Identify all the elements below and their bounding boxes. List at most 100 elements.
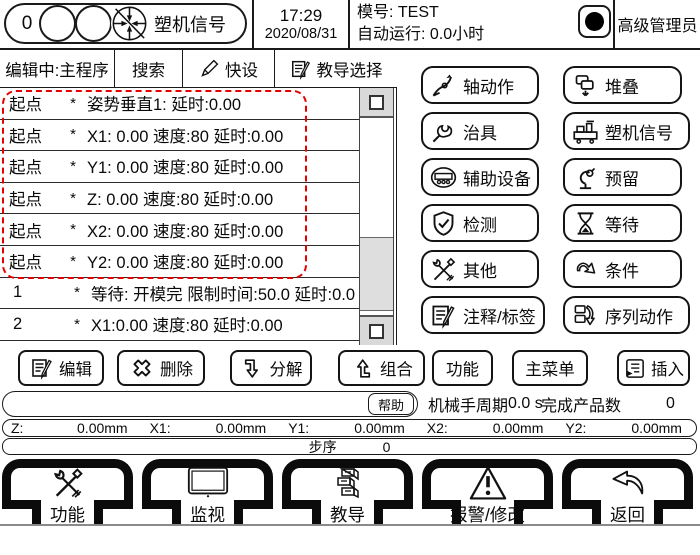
program-row-4[interactable]: 起点 * Z: 0.00 速度:80 延时:0.00 bbox=[0, 183, 359, 215]
teach-select-label: 教导选择 bbox=[317, 57, 383, 81]
row-flag: * bbox=[59, 126, 87, 143]
drawer-cabinet-icon bbox=[282, 465, 413, 500]
cross-x-icon bbox=[129, 355, 155, 381]
action-button-wait[interactable]: 等待 bbox=[563, 204, 682, 242]
mold-info-block: 模号: TEST 自动运行: 0.0小时 bbox=[357, 3, 572, 45]
nav-alarm-label: 报警/修改 bbox=[422, 502, 553, 527]
row-flag: * bbox=[59, 190, 87, 207]
edit-tab-row: 编辑中:主程序 搜索 快设 教导选择 bbox=[0, 50, 397, 88]
delete-button[interactable]: 删除 bbox=[117, 350, 205, 386]
action-button-machine-signal[interactable]: 塑机信号 bbox=[563, 112, 690, 150]
editing-label-text: 编辑中:主程序 bbox=[5, 57, 109, 81]
scrollbar-thumb[interactable] bbox=[360, 237, 393, 311]
scroll-down-button[interactable] bbox=[360, 315, 393, 345]
action-label: 其他 bbox=[463, 257, 497, 282]
list-scrollbar bbox=[359, 88, 394, 345]
scroll-down-icon bbox=[369, 324, 384, 339]
action-label: 等待 bbox=[605, 211, 639, 236]
row-content: Y2: 0.00 速度:80 延时:0.00 bbox=[87, 249, 359, 273]
user-role-label[interactable]: 高级管理员 bbox=[613, 0, 700, 48]
molding-machine-icon bbox=[572, 118, 599, 145]
nav-return-button[interactable]: 返回 bbox=[562, 459, 693, 524]
teach-select-button[interactable]: 教导选择 bbox=[275, 50, 397, 87]
date-value: 2020/08/31 bbox=[265, 26, 338, 42]
main-menu-label: 主菜单 bbox=[525, 356, 575, 380]
action-button-comment-label[interactable]: 注释/标签 bbox=[421, 296, 545, 334]
nav-return-label: 返回 bbox=[562, 502, 693, 527]
cycle-time-block: 机械手周期 0.0 s bbox=[428, 391, 543, 417]
stack-icon bbox=[572, 72, 599, 99]
program-row-8[interactable]: 2 * X1:0.00 速度:80 延时:0.00 bbox=[0, 309, 359, 341]
row-content: Z: 0.00 速度:80 延时:0.00 bbox=[87, 186, 359, 210]
nav-alarm-modify-button[interactable]: 报警/修改 bbox=[422, 459, 553, 524]
quick-set-button[interactable]: 快设 bbox=[183, 50, 275, 87]
row-content: 姿势垂直1: 延时:0.00 bbox=[87, 91, 359, 115]
action-label: 条件 bbox=[605, 257, 639, 282]
row-index: 起点 bbox=[0, 91, 59, 115]
action-label: 堆叠 bbox=[605, 73, 639, 98]
action-label: 治具 bbox=[463, 119, 497, 144]
warning-triangle-icon bbox=[422, 465, 553, 500]
status-lamp-2 bbox=[75, 5, 112, 42]
program-row-2[interactable]: 起点 * X1: 0.00 速度:80 延时:0.00 bbox=[0, 120, 359, 152]
combine-button[interactable]: 组合 bbox=[338, 350, 425, 386]
done-label-text: 完成产品数 bbox=[541, 392, 621, 416]
row-index: 1 bbox=[0, 283, 63, 302]
main-menu-button[interactable]: 主菜单 bbox=[512, 350, 588, 386]
action-label: 注释/标签 bbox=[463, 303, 536, 328]
cycle-label: 机械手周期 bbox=[428, 392, 508, 416]
help-button[interactable]: 帮助 bbox=[368, 393, 414, 415]
jig-gripper-icon bbox=[430, 118, 457, 145]
action-button-condition[interactable]: 条件 bbox=[563, 250, 682, 288]
program-row-1[interactable]: 起点 * 姿势垂直1: 延时:0.00 bbox=[0, 88, 359, 120]
function-button[interactable]: 功能 bbox=[432, 350, 493, 386]
arrow-down-step-icon bbox=[240, 356, 265, 381]
cycle-value: 0.0 s bbox=[508, 395, 543, 413]
scroll-up-button[interactable] bbox=[360, 88, 393, 118]
action-button-detect[interactable]: 检测 bbox=[421, 204, 539, 242]
nav-function-button[interactable]: 功能 bbox=[2, 459, 133, 524]
delete-label: 删除 bbox=[160, 356, 193, 380]
action-button-auxiliary[interactable]: 辅助设备 bbox=[421, 158, 539, 196]
row-flag: * bbox=[63, 284, 91, 301]
row-index: 起点 bbox=[0, 154, 59, 178]
program-row-6[interactable]: 起点 * Y2: 0.00 速度:80 延时:0.00 bbox=[0, 246, 359, 278]
crossed-tools-icon bbox=[2, 465, 133, 500]
action-button-jig[interactable]: 治具 bbox=[421, 112, 539, 150]
row-content: X1:0.00 速度:80 延时:0.00 bbox=[91, 312, 359, 336]
program-row-7[interactable]: 1 * 等待: 开模完 限制时间:50.0 延时:0.0 bbox=[0, 278, 359, 310]
action-button-reserved[interactable]: 预留 bbox=[563, 158, 682, 196]
row-flag: * bbox=[59, 158, 87, 175]
arrow-up-step-icon bbox=[350, 356, 375, 381]
axis-name: X1: bbox=[142, 420, 171, 436]
action-button-stack[interactable]: 堆叠 bbox=[563, 66, 682, 104]
action-button-axis-motion[interactable]: 轴动作 bbox=[421, 66, 539, 104]
action-label: 检测 bbox=[463, 211, 497, 236]
insert-button[interactable]: 插入 bbox=[617, 350, 690, 386]
axis-value: 0.00mm bbox=[23, 420, 141, 436]
nav-teach-button[interactable]: 教导 bbox=[282, 459, 413, 524]
black-circle-icon[interactable] bbox=[578, 5, 611, 38]
row-content: Y1: 0.00 速度:80 延时:0.00 bbox=[87, 154, 359, 178]
message-bar bbox=[2, 391, 418, 417]
done-count-value: 0 bbox=[666, 391, 675, 417]
nav-monitor-button[interactable]: 监视 bbox=[142, 459, 273, 524]
axis-y1: Y1: 0.00mm bbox=[280, 420, 419, 436]
monitor-icon bbox=[142, 465, 273, 500]
search-label: 搜索 bbox=[132, 57, 165, 81]
action-button-other[interactable]: 其他 bbox=[421, 250, 539, 288]
program-row-3[interactable]: 起点 * Y1: 0.00 速度:80 延时:0.00 bbox=[0, 151, 359, 183]
step-value: 0 bbox=[383, 439, 391, 455]
search-button[interactable]: 搜索 bbox=[115, 50, 183, 87]
shield-check-icon bbox=[430, 210, 457, 237]
edit-button[interactable]: 编辑 bbox=[18, 350, 104, 386]
action-button-sequence[interactable]: 序列动作 bbox=[563, 296, 690, 334]
insert-page-icon bbox=[623, 357, 646, 380]
nav-teach-label: 教导 bbox=[282, 502, 413, 527]
decompose-button[interactable]: 分解 bbox=[230, 350, 312, 386]
machine-signal-badge: 0 塑机信号 bbox=[4, 3, 247, 44]
auto-run-label: 自动运行: 0.0小时 bbox=[357, 25, 572, 45]
program-row-5[interactable]: 起点 * X2: 0.00 速度:80 延时:0.00 bbox=[0, 214, 359, 246]
combine-label: 组合 bbox=[380, 356, 413, 380]
action-label: 轴动作 bbox=[463, 73, 514, 98]
